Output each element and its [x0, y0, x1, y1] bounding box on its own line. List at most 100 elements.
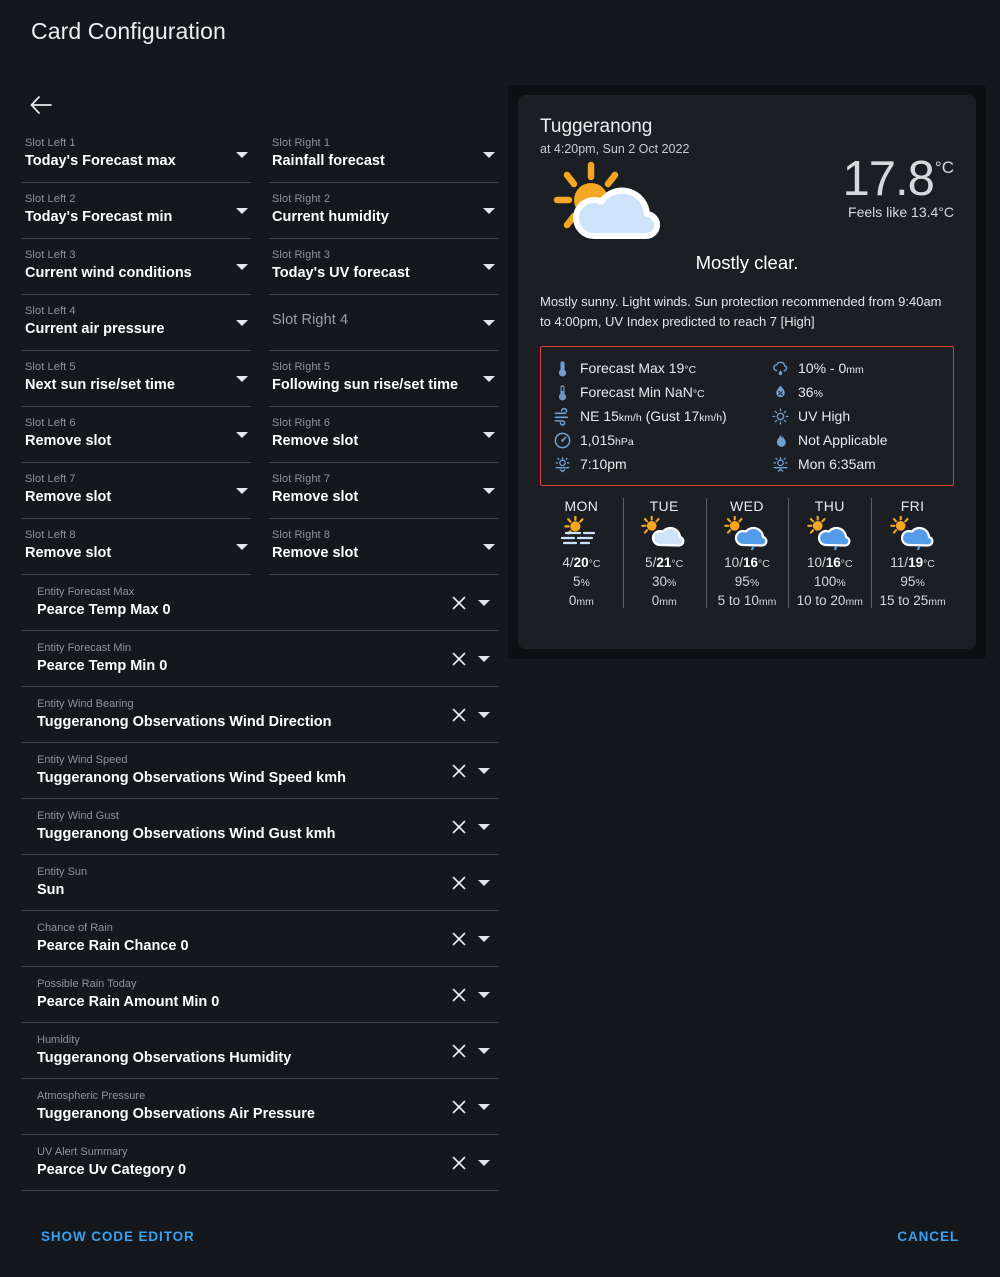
entity-row[interactable]: Atmospheric Pressure Tuggeranong Observat… — [22, 1079, 498, 1135]
chevron-down-icon[interactable] — [236, 263, 248, 270]
chevron-down-icon[interactable] — [483, 207, 495, 214]
slot-left-5-select[interactable]: Slot Left 5 Next sun rise/set time — [22, 351, 251, 407]
chevron-down-icon[interactable] — [478, 767, 490, 774]
slot-left-1-select[interactable]: Slot Left 1 Today's Forecast max — [22, 127, 251, 183]
slot-left-3-select[interactable]: Slot Left 3 Current wind conditions — [22, 239, 251, 295]
chevron-down-icon[interactable] — [483, 375, 495, 382]
chevron-down-icon[interactable] — [483, 487, 495, 494]
rain-cloud-icon — [771, 359, 790, 378]
pop-unit: % — [915, 577, 925, 589]
slot-left-6-select[interactable]: Slot Left 6 Remove slot — [22, 407, 251, 463]
chevron-down-icon[interactable] — [478, 1159, 490, 1166]
slot-text: 1,015 — [580, 432, 616, 448]
slot-right-8-select[interactable]: Slot Right 8 Remove slot — [269, 519, 498, 575]
forecast-day: WED 10/16°C 95% 5 to 10mm — [705, 496, 789, 614]
close-icon[interactable] — [451, 987, 467, 1003]
slot-right-5-select[interactable]: Slot Right 5 Following sun rise/set time — [269, 351, 498, 407]
slot-right-6-select[interactable]: Slot Right 6 Remove slot — [269, 407, 498, 463]
field-label: Slot Right 6 — [272, 417, 331, 429]
close-icon[interactable] — [451, 651, 467, 667]
forecast-temps: 5/21°C — [623, 555, 706, 570]
chevron-down-icon[interactable] — [478, 599, 490, 606]
gauge-icon — [553, 431, 572, 450]
entity-value: Pearce Uv Category 0 — [37, 1162, 187, 1178]
slot-right-1-select[interactable]: Slot Right 1 Rainfall forecast — [269, 127, 498, 183]
field-label: Slot Right 1 — [272, 137, 331, 149]
slot-right-4-select[interactable]: Slot Right 4 — [269, 295, 498, 351]
field-label: Slot Left 2 — [25, 193, 76, 205]
field-value: Today's Forecast min — [25, 209, 173, 225]
chevron-down-icon[interactable] — [483, 431, 495, 438]
chevron-down-icon[interactable] — [483, 263, 495, 270]
chevron-down-icon[interactable] — [478, 823, 490, 830]
chevron-down-icon[interactable] — [236, 151, 248, 158]
entity-value: Tuggeranong Observations Wind Gust kmh — [37, 826, 336, 842]
fire-danger-icon — [771, 431, 790, 450]
field-label: Slot Left 7 — [25, 473, 76, 485]
entity-row[interactable]: Chance of Rain Pearce Rain Chance 0 — [22, 911, 498, 967]
close-icon[interactable] — [451, 819, 467, 835]
show-code-editor-button[interactable]: SHOW CODE EDITOR — [41, 1229, 195, 1244]
slot-left-7-select[interactable]: Slot Left 7 Remove slot — [22, 463, 251, 519]
chevron-down-icon[interactable] — [236, 487, 248, 494]
slot-left-4-select[interactable]: Slot Left 4 Current air pressure — [22, 295, 251, 351]
temp-unit: °C — [923, 558, 935, 570]
chevron-down-icon[interactable] — [236, 207, 248, 214]
forecast-pop: 100% — [788, 574, 871, 589]
entity-row[interactable]: Entity Wind Bearing Tuggeranong Observati… — [22, 687, 498, 743]
chevron-down-icon[interactable] — [478, 1103, 490, 1110]
chevron-down-icon[interactable] — [236, 431, 248, 438]
close-icon[interactable] — [451, 931, 467, 947]
chevron-down-icon[interactable] — [478, 655, 490, 662]
chevron-down-icon[interactable] — [483, 319, 495, 326]
forecast-max: 20 — [573, 555, 589, 570]
back-button[interactable] — [26, 90, 56, 120]
forecast-amount: 10 to 20mm — [788, 593, 871, 608]
temp-unit: °C — [671, 558, 684, 570]
entity-row[interactable]: Humidity Tuggeranong Observations Humidit… — [22, 1023, 498, 1079]
forecast-temps: 11/19°C — [871, 555, 954, 570]
close-icon[interactable] — [451, 763, 467, 779]
slot-left-2-select[interactable]: Slot Left 2 Today's Forecast min — [22, 183, 251, 239]
field-label: Slot Left 8 — [25, 529, 76, 541]
close-icon[interactable] — [451, 595, 467, 611]
pop-unit: % — [580, 577, 590, 589]
chevron-down-icon[interactable] — [478, 991, 490, 998]
forecast-temps: 4/20°C — [540, 555, 623, 570]
entity-label: UV Alert Summary — [37, 1146, 128, 1158]
entity-row[interactable]: Entity Wind Speed Tuggeranong Observation… — [22, 743, 498, 799]
entity-row[interactable]: UV Alert Summary Pearce Uv Category 0 — [22, 1135, 498, 1191]
chevron-down-icon[interactable] — [478, 1047, 490, 1054]
chevron-down-icon[interactable] — [478, 935, 490, 942]
entity-label: Chance of Rain — [37, 922, 113, 934]
field-label: Slot Right 2 — [272, 193, 331, 205]
close-icon[interactable] — [451, 875, 467, 891]
chevron-down-icon[interactable] — [483, 543, 495, 550]
close-icon[interactable] — [451, 1155, 467, 1171]
forecast-strip: MON 4/20°C 5% 0mm TUE 5/21°C 30% 0mm WED 10/16°C 9… — [540, 496, 954, 614]
slot-left-8-select[interactable]: Slot Left 8 Remove slot — [22, 519, 251, 575]
slot-right-3-select[interactable]: Slot Right 3 Today's UV forecast — [269, 239, 498, 295]
chevron-down-icon[interactable] — [478, 879, 490, 886]
entity-row[interactable]: Entity Forecast Max Pearce Temp Max 0 — [22, 575, 498, 631]
slot-text: Forecast Max 19 — [580, 360, 685, 376]
entity-row[interactable]: Entity Sun Sun — [22, 855, 498, 911]
slot-right-2-select[interactable]: Slot Right 2 Current humidity — [269, 183, 498, 239]
slot-data-row: UV High — [771, 404, 943, 428]
entity-row[interactable]: Possible Rain Today Pearce Rain Amount Mi… — [22, 967, 498, 1023]
entity-row[interactable]: Entity Wind Gust Tuggeranong Observations… — [22, 799, 498, 855]
close-icon[interactable] — [451, 1043, 467, 1059]
cancel-button[interactable]: CANCEL — [897, 1229, 959, 1244]
config-form: Slot Left 1 Today's Forecast max Slot Righ… — [22, 90, 498, 1191]
forecast-pop: 30% — [623, 574, 706, 589]
chevron-down-icon[interactable] — [236, 375, 248, 382]
close-icon[interactable] — [451, 1099, 467, 1115]
chevron-down-icon[interactable] — [236, 543, 248, 550]
entity-row[interactable]: Entity Forecast Min Pearce Temp Min 0 — [22, 631, 498, 687]
chevron-down-icon[interactable] — [236, 319, 248, 326]
close-icon[interactable] — [451, 707, 467, 723]
slot-right-7-select[interactable]: Slot Right 7 Remove slot — [269, 463, 498, 519]
slot-unit-2: km/h — [699, 412, 723, 424]
chevron-down-icon[interactable] — [483, 151, 495, 158]
chevron-down-icon[interactable] — [478, 711, 490, 718]
